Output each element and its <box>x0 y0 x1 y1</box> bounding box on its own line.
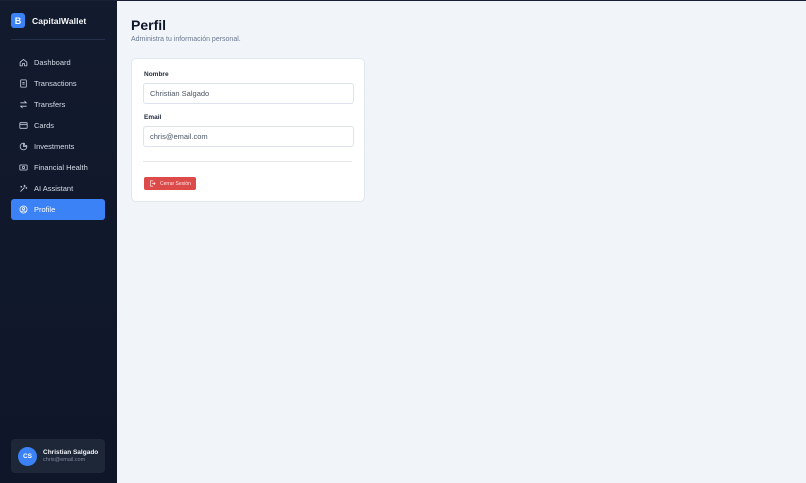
sidebar: B CapitalWallet Dashboard Transactions T… <box>0 1 117 483</box>
sidebar-item-dashboard[interactable]: Dashboard <box>11 52 105 73</box>
logout-icon <box>149 180 156 187</box>
sidebar-item-label: Transactions <box>34 78 77 88</box>
name-label: Nombre <box>144 71 169 78</box>
sidebar-item-financial-health[interactable]: Financial Health <box>11 157 105 178</box>
sidebar-divider <box>11 39 105 40</box>
sidebar-item-label: Investments <box>34 141 75 151</box>
arrows-swap-icon <box>19 100 28 109</box>
sidebar-item-cards[interactable]: Cards <box>11 115 105 136</box>
sidebar-item-label: Cards <box>34 120 55 130</box>
sidebar-item-label: Transfers <box>34 99 66 109</box>
brand[interactable]: B CapitalWallet <box>11 12 86 29</box>
page-subtitle: Administra tu información personal. <box>131 36 241 43</box>
profile-card: Nombre Email Cerrar Sesión <box>131 58 365 202</box>
receipt-icon <box>19 79 28 88</box>
sidebar-item-ai-assistant[interactable]: AI Assistant <box>11 178 105 199</box>
sidebar-item-label: Profile <box>34 204 56 214</box>
card-divider <box>143 161 352 162</box>
sidebar-item-label: Financial Health <box>34 162 88 172</box>
page-title: Perfil <box>131 17 167 33</box>
pie-chart-icon <box>19 142 28 151</box>
sidebar-item-transfers[interactable]: Transfers <box>11 94 105 115</box>
user-info: Christian Salgado chris@email.com <box>43 449 98 463</box>
brand-name: CapitalWallet <box>32 15 87 26</box>
sidebar-item-investments[interactable]: Investments <box>11 136 105 157</box>
logout-button[interactable]: Cerrar Sesión <box>144 177 196 190</box>
email-label: Email <box>144 114 162 121</box>
sidebar-item-profile[interactable]: Profile <box>11 199 105 220</box>
sidebar-item-label: Dashboard <box>34 57 71 67</box>
logout-label: Cerrar Sesión <box>160 180 191 187</box>
sidebar-item-transactions[interactable]: Transactions <box>11 73 105 94</box>
brand-logo: B <box>11 13 25 28</box>
home-icon <box>19 58 28 67</box>
user-name: Christian Salgado <box>43 449 99 457</box>
sparkles-icon <box>19 184 28 193</box>
email-field[interactable] <box>143 126 354 147</box>
sidebar-nav: Dashboard Transactions Transfers Cards I… <box>11 52 105 220</box>
credit-card-icon <box>19 121 28 130</box>
name-field[interactable] <box>143 83 354 104</box>
user-circle-icon <box>19 205 28 214</box>
banknote-icon <box>19 163 28 172</box>
user-card[interactable]: CS Christian Salgado chris@email.com <box>11 439 105 473</box>
user-email: chris@email.com <box>43 456 86 463</box>
main-content: Perfil Administra tu información persona… <box>117 1 806 483</box>
sidebar-item-label: AI Assistant <box>34 183 74 193</box>
avatar: CS <box>18 446 37 466</box>
